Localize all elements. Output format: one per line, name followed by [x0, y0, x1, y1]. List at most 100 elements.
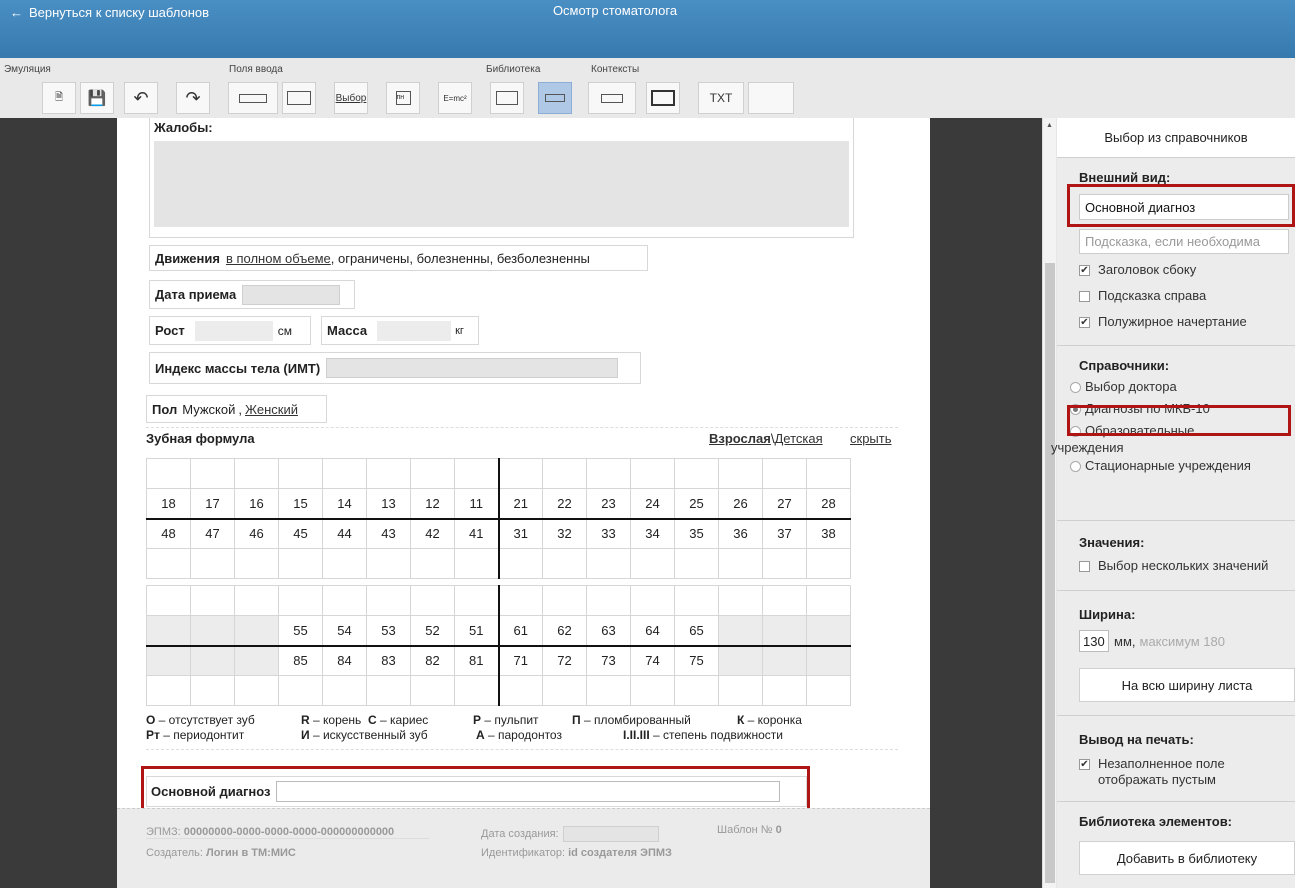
tooth-mark-cell[interactable]: [322, 585, 367, 616]
unchecked-icon[interactable]: [1079, 560, 1090, 572]
tooth-number-cell[interactable]: 45: [278, 517, 323, 549]
tooth-number-cell[interactable]: [146, 644, 191, 676]
tooth-mark-cell[interactable]: [234, 548, 279, 579]
tooth-mark-cell[interactable]: [542, 548, 587, 579]
tooth-number-cell[interactable]: 65: [674, 615, 719, 646]
tooth-number-cell[interactable]: 21: [497, 488, 543, 519]
tooth-number-cell[interactable]: [762, 615, 807, 646]
tooth-mark-cell[interactable]: [586, 675, 631, 706]
tooth-mark-cell[interactable]: [410, 548, 455, 579]
tooth-mark-cell[interactable]: [762, 548, 807, 579]
tooth-mark-cell[interactable]: [322, 675, 367, 706]
tooth-number-cell[interactable]: 71: [497, 644, 543, 676]
tooth-number-cell[interactable]: 41: [454, 517, 499, 549]
ref-hosp-row[interactable]: Стационарные учреждения: [1057, 455, 1295, 475]
tooth-number-cell[interactable]: 82: [410, 644, 455, 676]
tooth-number-cell[interactable]: [806, 644, 851, 676]
tooth-mark-cell[interactable]: [278, 458, 323, 489]
tooth-number-cell[interactable]: 72: [542, 644, 587, 676]
mode-child[interactable]: Детская: [775, 431, 823, 446]
tooth-number-cell[interactable]: [190, 644, 235, 676]
tooth-mark-cell[interactable]: [630, 458, 675, 489]
txt-button[interactable]: TXT: [698, 82, 744, 114]
tooth-mark-cell[interactable]: [190, 585, 235, 616]
tooth-number-cell[interactable]: [146, 615, 191, 646]
library-button[interactable]: [490, 82, 524, 114]
radio-icon[interactable]: [1070, 381, 1081, 393]
context-frame-button[interactable]: [646, 82, 680, 114]
tooth-mark-cell[interactable]: [674, 585, 719, 616]
context-list-button[interactable]: [588, 82, 636, 114]
tooth-mark-cell[interactable]: [454, 548, 499, 579]
tooth-mark-cell[interactable]: [278, 675, 323, 706]
tooth-number-cell[interactable]: 51: [454, 615, 499, 646]
tooth-mark-cell[interactable]: [542, 675, 587, 706]
tooth-mark-cell[interactable]: [806, 585, 851, 616]
tooth-mark-cell[interactable]: [497, 675, 543, 706]
scrollbar-thumb[interactable]: [1045, 263, 1055, 883]
tooth-number-cell[interactable]: 38: [806, 517, 851, 549]
visit-date-input[interactable]: [242, 284, 341, 305]
tooth-mark-cell[interactable]: [454, 458, 499, 489]
textarea-button[interactable]: [282, 82, 316, 114]
tooth-number-cell[interactable]: 74: [630, 644, 675, 676]
tooth-mark-cell[interactable]: [234, 585, 279, 616]
tooth-number-cell[interactable]: 47: [190, 517, 235, 549]
tooth-number-cell[interactable]: 24: [630, 488, 675, 519]
tooth-mark-cell[interactable]: [806, 458, 851, 489]
cb-multi-row[interactable]: Выбор нескольких значений: [1079, 552, 1295, 578]
context-select-button[interactable]: [538, 82, 572, 114]
tooth-number-cell[interactable]: 73: [586, 644, 631, 676]
choice-button[interactable]: Выбор: [334, 82, 368, 114]
ref-doctor-row[interactable]: Выбор доктора: [1057, 375, 1295, 397]
tooth-number-cell[interactable]: 55: [278, 615, 323, 646]
tooth-number-cell[interactable]: 18: [146, 488, 191, 519]
tooth-number-cell[interactable]: 13: [366, 488, 411, 519]
tooth-mark-cell[interactable]: [366, 458, 411, 489]
tooth-number-cell[interactable]: [718, 644, 763, 676]
tooth-mark-cell[interactable]: [586, 458, 631, 489]
tooth-number-cell[interactable]: 48: [146, 517, 191, 549]
tooth-number-cell[interactable]: [234, 615, 279, 646]
tooth-mark-cell[interactable]: [542, 585, 587, 616]
tooth-mark-cell[interactable]: [146, 458, 191, 489]
movements-options-rest[interactable]: , ограничены, болезненны, безболезненны: [331, 251, 590, 266]
tooth-mark-cell[interactable]: [322, 458, 367, 489]
created-date-input[interactable]: [562, 826, 659, 842]
tooth-number-cell[interactable]: 22: [542, 488, 587, 519]
add-to-library-button[interactable]: Добавить в библиотеку: [1079, 841, 1295, 875]
tooth-mark-cell[interactable]: [190, 458, 235, 489]
undo-button[interactable]: ↶: [124, 82, 158, 114]
tooth-number-cell[interactable]: 42: [410, 517, 455, 549]
checked-icon[interactable]: ✔: [1079, 264, 1090, 276]
tooth-number-cell[interactable]: 26: [718, 488, 763, 519]
tooth-mark-cell[interactable]: [410, 458, 455, 489]
tooth-number-cell[interactable]: 62: [542, 615, 587, 646]
tooth-mark-cell[interactable]: [366, 675, 411, 706]
tooth-number-cell[interactable]: 83: [366, 644, 411, 676]
movements-option-full[interactable]: в полном объеме: [226, 251, 331, 266]
tooth-mark-cell[interactable]: [278, 585, 323, 616]
tooth-mark-cell[interactable]: [630, 585, 675, 616]
tooth-number-cell[interactable]: 61: [497, 615, 543, 646]
vertical-scrollbar[interactable]: ▲: [1042, 118, 1056, 888]
tooth-mark-cell[interactable]: [718, 585, 763, 616]
preview-button[interactable]: 🗎: [42, 82, 76, 114]
tooth-mark-cell[interactable]: [366, 548, 411, 579]
text-field-button[interactable]: [228, 82, 278, 114]
tooth-mark-cell[interactable]: [454, 675, 499, 706]
tooth-number-cell[interactable]: 54: [322, 615, 367, 646]
tooth-mark-cell[interactable]: [762, 675, 807, 706]
tooth-number-cell[interactable]: 52: [410, 615, 455, 646]
tooth-mark-cell[interactable]: [718, 548, 763, 579]
tooth-number-cell[interactable]: 25: [674, 488, 719, 519]
tooth-number-cell[interactable]: 15: [278, 488, 323, 519]
tooth-mark-cell[interactable]: [806, 548, 851, 579]
tooth-number-cell[interactable]: 75: [674, 644, 719, 676]
tooth-number-cell[interactable]: 85: [278, 644, 323, 676]
tooth-mark-cell[interactable]: [190, 548, 235, 579]
tooth-mark-cell[interactable]: [146, 585, 191, 616]
tooth-mark-cell[interactable]: [497, 458, 543, 489]
tooth-number-cell[interactable]: [806, 615, 851, 646]
tooth-number-cell[interactable]: [190, 615, 235, 646]
